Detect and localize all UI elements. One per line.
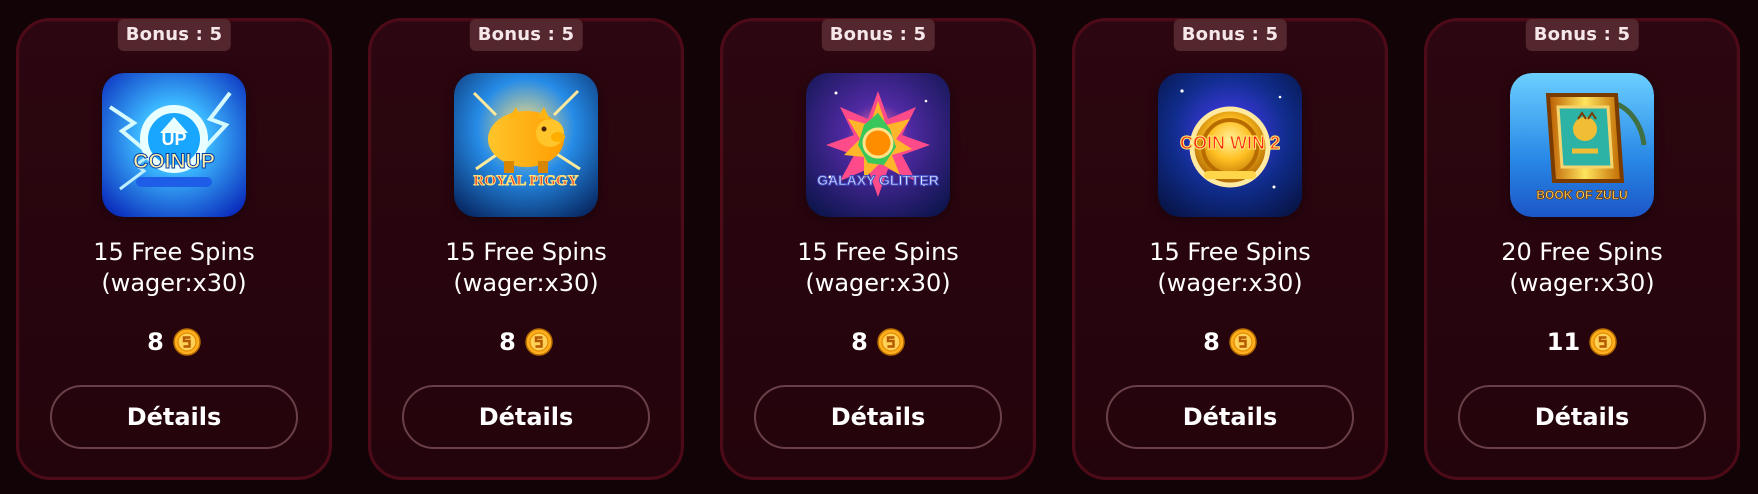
galaxy-glitter-game-icon: GALAXY GLITTER — [806, 73, 950, 217]
wager-requirement: (wager:x30) — [805, 269, 951, 297]
free-spins-offers: Bonus : 5 UP COINUP 15 Free Spins (wager… — [0, 0, 1758, 494]
offer-card-coin-win-2: Bonus : 5 COIN WIN 2 15 Free Spins (wage… — [1072, 18, 1388, 480]
offer-card-galaxy-glitter: Bonus : 5 GALAXY GLITTER 15 Free Spins (… — [720, 18, 1036, 480]
coin-price: 11 — [1427, 326, 1737, 358]
free-spins-offer-text: 15 Free Spins (wager:x30) — [723, 237, 1033, 299]
free-spins-offer-text: 20 Free Spins (wager:x30) — [1427, 237, 1737, 299]
price-value: 8 — [851, 328, 868, 356]
coin-price: 8 — [723, 326, 1033, 358]
wager-requirement: (wager:x30) — [1157, 269, 1303, 297]
coin-win-2-art-text: COIN WIN 2 — [1180, 133, 1280, 153]
bonus-badge: Bonus : 5 — [469, 19, 583, 51]
offer-card-book-of-zulu: Bonus : 5 BOOK OF ZULU 20 Free Spins (wa… — [1424, 18, 1740, 480]
details-button[interactable]: Détails — [1106, 385, 1354, 449]
coin-up-art-text: COINUP — [133, 150, 215, 173]
price-value: 11 — [1546, 328, 1581, 356]
galaxy-glitter-art-text: GALAXY GLITTER — [817, 172, 939, 188]
free-spins-count: 15 Free Spins — [1149, 238, 1311, 266]
bonus-badge: Bonus : 5 — [117, 19, 231, 51]
coin-price: 8 — [371, 326, 681, 358]
offer-card-royal-piggy: Bonus : 5 ROYAL PIGGY 15 Free Spins (wag… — [368, 18, 684, 480]
coin-price: 8 — [1075, 326, 1385, 358]
bonus-badge: Bonus : 5 — [1525, 19, 1639, 51]
free-spins-offer-text: 15 Free Spins (wager:x30) — [19, 237, 329, 299]
wager-requirement: (wager:x30) — [1509, 269, 1655, 297]
details-button[interactable]: Détails — [50, 385, 298, 449]
gold-coin-icon — [877, 328, 905, 356]
book-of-zulu-game-icon: BOOK OF ZULU — [1510, 73, 1654, 217]
details-button[interactable]: Détails — [402, 385, 650, 449]
free-spins-offer-text: 15 Free Spins (wager:x30) — [1075, 237, 1385, 299]
offer-card-coin-up: Bonus : 5 UP COINUP 15 Free Spins (wager… — [16, 18, 332, 480]
details-button[interactable]: Détails — [1458, 385, 1706, 449]
royal-piggy-art-text: ROYAL PIGGY — [474, 173, 579, 189]
wager-requirement: (wager:x30) — [453, 269, 599, 297]
price-value: 8 — [147, 328, 164, 356]
free-spins-count: 15 Free Spins — [797, 238, 959, 266]
svg-text:UP: UP — [161, 129, 186, 149]
free-spins-count: 15 Free Spins — [93, 238, 255, 266]
free-spins-count: 15 Free Spins — [445, 238, 607, 266]
gold-coin-icon — [525, 328, 553, 356]
book-of-zulu-art-text: BOOK OF ZULU — [1536, 188, 1627, 202]
wager-requirement: (wager:x30) — [101, 269, 247, 297]
gold-coin-icon — [173, 328, 201, 356]
gold-coin-icon — [1229, 328, 1257, 356]
gold-coin-icon — [1589, 328, 1617, 356]
price-value: 8 — [1203, 328, 1220, 356]
bonus-badge: Bonus : 5 — [821, 19, 935, 51]
coin-win-2-game-icon: COIN WIN 2 — [1158, 73, 1302, 217]
free-spins-offer-text: 15 Free Spins (wager:x30) — [371, 237, 681, 299]
free-spins-count: 20 Free Spins — [1501, 238, 1663, 266]
royal-piggy-game-icon: ROYAL PIGGY — [454, 73, 598, 217]
price-value: 8 — [499, 328, 516, 356]
details-button[interactable]: Détails — [754, 385, 1002, 449]
coin-price: 8 — [19, 326, 329, 358]
bonus-badge: Bonus : 5 — [1173, 19, 1287, 51]
coin-up-lightning-game-icon: UP COINUP — [102, 73, 246, 217]
